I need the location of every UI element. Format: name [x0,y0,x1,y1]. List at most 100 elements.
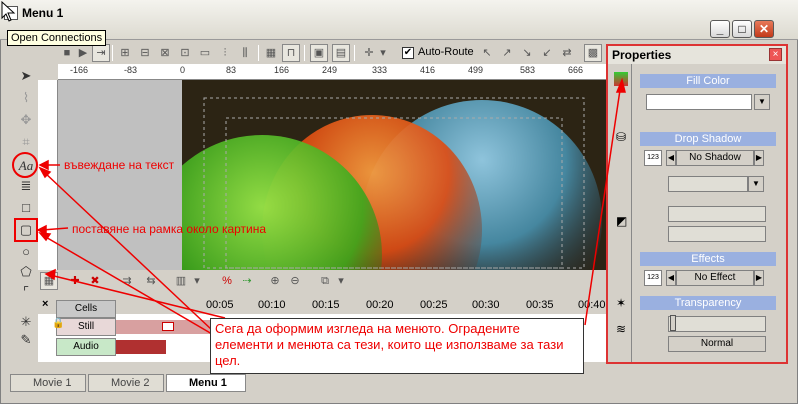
delete-button-icon[interactable]: ✖ [86,272,104,290]
separator [354,45,355,61]
preview-icon[interactable]: ▤ [332,44,350,62]
align-icon[interactable]: ⊡ [176,44,194,62]
transparency-slider[interactable] [668,316,766,332]
time-label: 00:25 [420,299,448,311]
time-label: 00:30 [472,299,500,311]
link-icon[interactable]: ⇉ [118,272,136,290]
zoom-out-icon[interactable]: ⊖ [286,272,304,290]
add-button-icon[interactable]: ✚ [66,272,84,290]
slider-thumb[interactable] [670,315,676,331]
highlight-circle [12,152,38,178]
fill-tab-icon[interactable]: ⛁ [616,130,626,144]
ellipse-tool-icon[interactable]: ○ [16,242,36,262]
palette-icon[interactable]: ▩ [584,44,602,62]
route-icon[interactable]: ↖ [478,44,496,62]
node-tool-icon[interactable]: ⌇ [16,88,36,108]
preset-number: 123 [644,150,662,166]
chapter-icon[interactable]: ▦ [40,272,58,290]
time-label: 00:15 [312,299,340,311]
dropdown-arrow-icon[interactable]: ▾ [378,44,388,62]
tab-movie-1[interactable]: Movie 1 [10,374,86,392]
dropdown-arrow-icon[interactable]: ▾ [192,272,202,290]
route-icon[interactable]: ↘ [518,44,536,62]
fill-icon[interactable] [614,72,628,86]
effects-header: Effects [640,252,776,266]
mouse-cursor-icon [1,0,16,22]
select-arrow-icon[interactable]: ➤ [16,66,36,86]
cells-track-button[interactable]: Cells [56,300,116,318]
horizontal-ruler: -166 -83 0 83 166 249 333 416 499 583 66… [58,64,606,80]
maximize-button[interactable]: □ [732,20,752,38]
auto-route-checkbox[interactable]: ✔ [402,47,414,59]
route-icon[interactable]: ✛ [360,44,378,62]
next-arrow-icon[interactable]: ▶ [754,150,764,166]
rectangle-tool-icon[interactable]: □ [16,198,36,218]
prev-arrow-icon[interactable]: ◀ [666,270,676,286]
route-icon[interactable]: ↗ [498,44,516,62]
effects-select[interactable]: No Effect [676,270,754,286]
next-arrow-icon[interactable]: ▶ [754,270,764,286]
audio-clip[interactable] [116,340,166,354]
fill-color-dropdown[interactable]: ▼ [754,94,770,110]
play-icon[interactable]: ▶ [74,44,92,62]
shadow-color-field[interactable] [668,176,748,192]
lock-icon[interactable]: 🔒 [52,318,64,329]
close-button[interactable]: ✕ [754,20,774,38]
safe-area-icon[interactable]: ▣ [310,44,328,62]
layers-tab-icon[interactable]: ≋ [616,322,626,336]
shadow-tab-icon[interactable]: ◩ [616,214,627,228]
time-label: 00:20 [366,299,394,311]
still-track-button[interactable]: Still [56,318,116,336]
bottom-toolbar: ▦ ✚ ✖ ⇉ ⇆ ▥ ▾ % ⇢ ⊕ ⊖ ⧉ ▾ [38,270,606,294]
next-icon[interactable]: ⇢ [238,272,256,290]
fill-color-swatch[interactable] [646,94,752,110]
zoom-in-icon[interactable]: ⊕ [266,272,284,290]
grid-icon[interactable]: ▥ [172,272,190,290]
percent-icon[interactable]: % [218,272,236,290]
grid-icon[interactable]: ▦ [262,44,280,62]
prev-arrow-icon[interactable]: ◀ [666,150,676,166]
drop-shadow-header: Drop Shadow [640,132,776,146]
background-image [182,80,606,270]
menu-canvas-image[interactable] [182,80,606,270]
vertical-ruler [38,80,58,270]
eyedropper-tool-icon[interactable]: ✎ [16,330,36,350]
tooltip: Open Connections [7,30,107,46]
layers-icon[interactable]: ⧉ [316,272,334,290]
blend-mode-select[interactable]: Normal [668,336,766,352]
goto-icon[interactable]: ⇥ [92,44,110,62]
snap-icon[interactable]: ⊓ [282,44,300,62]
align-icon[interactable]: ⊠ [156,44,174,62]
close-icon[interactable]: × [42,298,48,310]
align-icon[interactable]: ⊟ [136,44,154,62]
tab-movie-2[interactable]: Movie 2 [88,374,164,392]
separator [258,45,259,61]
unlink-icon[interactable]: ⇆ [142,272,160,290]
shadow-blur-slider[interactable] [668,226,766,242]
rotate-tool-icon[interactable]: ✥ [16,110,36,130]
align-icon[interactable]: ▭ [196,44,214,62]
time-label: 00:05 [206,299,234,311]
align-icon[interactable]: ⊞ [116,44,134,62]
distribute-icon[interactable]: ⫼ [236,44,254,62]
polygon-tool-icon[interactable]: ⬠ [16,262,36,282]
shadow-offset-slider[interactable] [668,206,766,222]
close-icon[interactable]: × [769,48,782,61]
auto-route-label: Auto-Route [418,46,474,58]
shadow-color-dropdown[interactable]: ▼ [748,176,764,192]
paragraph-tool-icon[interactable]: ≣ [16,176,36,196]
effects-tab-icon[interactable]: ✶ [616,296,626,310]
minimize-button[interactable]: _ [710,20,730,38]
tab-menu-1[interactable]: Menu 1 [166,374,246,392]
document-tabs: Movie 1 Movie 2 Menu 1 [6,372,606,394]
route-icon[interactable]: ↙ [538,44,556,62]
route-icon[interactable]: ⇄ [558,44,576,62]
timeline-ruler: × 00:05 00:10 00:15 00:20 00:25 00:30 00… [38,296,606,314]
drop-shadow-select[interactable]: No Shadow [676,150,754,166]
distribute-icon[interactable]: ⫶ [216,44,234,62]
crop-tool-icon[interactable]: ⌜ [16,282,36,302]
audio-track-button[interactable]: Audio [56,338,116,356]
star-tool-icon[interactable]: ✳ [16,312,36,332]
dropdown-arrow-icon[interactable]: ▾ [336,272,346,290]
skew-tool-icon[interactable]: ⌗ [16,132,36,152]
